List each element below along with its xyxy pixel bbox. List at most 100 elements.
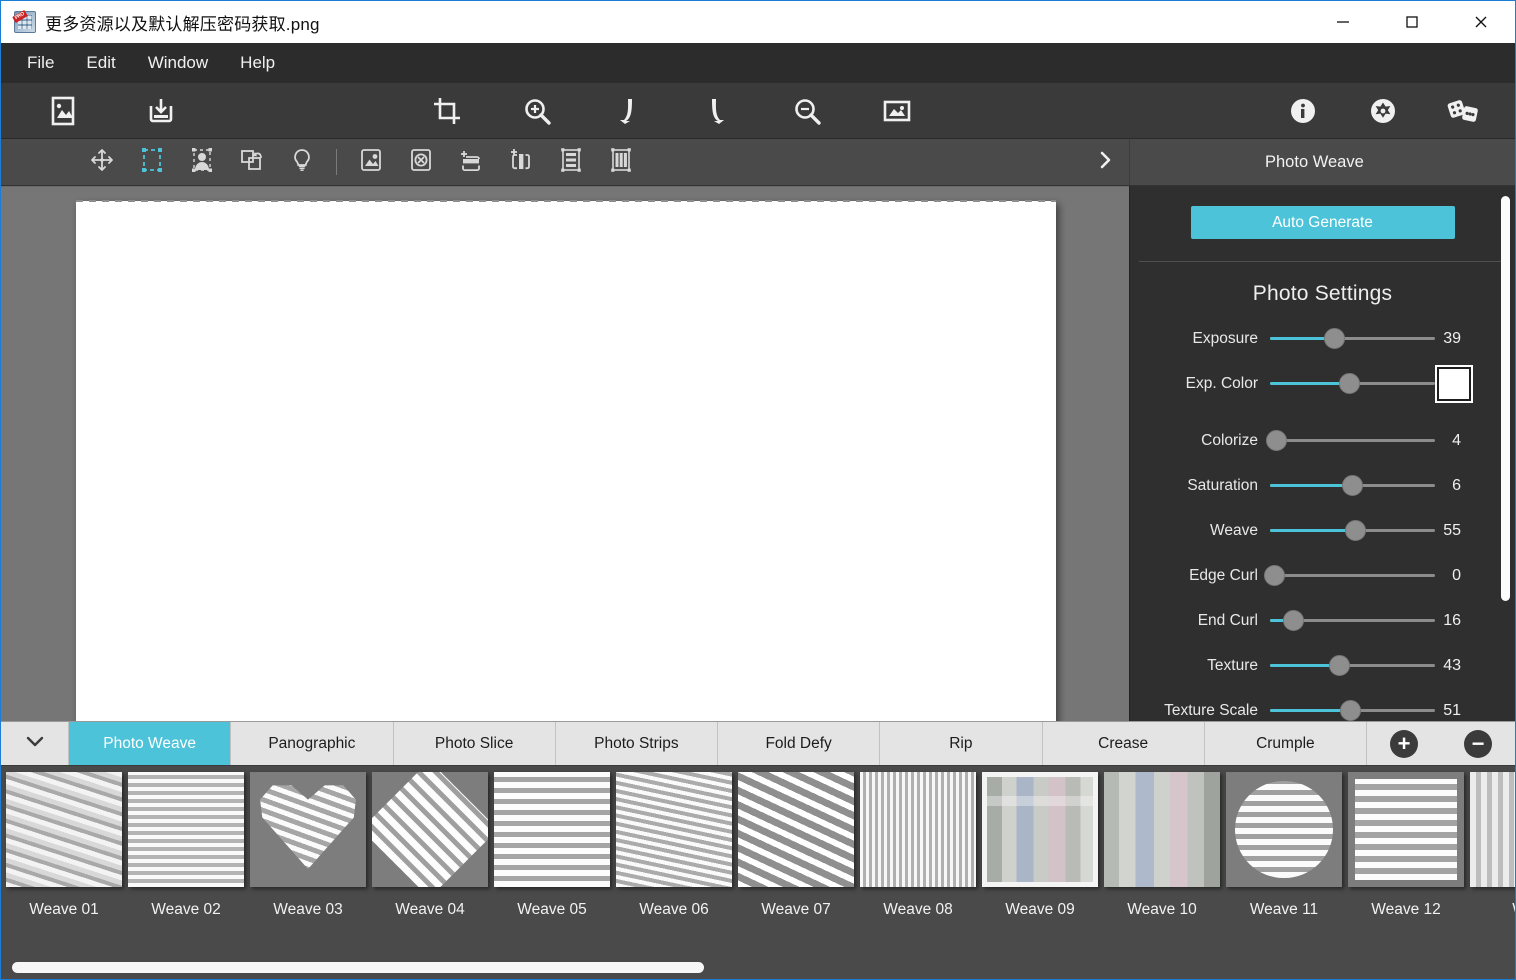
slider-texture[interactable] xyxy=(1270,655,1435,676)
slider-knob[interactable] xyxy=(1345,520,1367,541)
tab-photo-strips[interactable]: Photo Strips xyxy=(555,722,718,765)
preset-thumbnail[interactable] xyxy=(250,772,366,887)
preset-thumbnail[interactable] xyxy=(6,772,122,887)
preset-item[interactable]: Weave 10 xyxy=(1104,772,1220,919)
randomize-button[interactable] xyxy=(1435,86,1491,136)
remove-preset-button[interactable]: − xyxy=(1464,729,1492,758)
preset-thumbnail[interactable] xyxy=(1470,772,1515,887)
transform-tool-button[interactable] xyxy=(227,139,277,186)
slider-row-colorize: Colorize 4 xyxy=(1130,418,1515,463)
preset-item[interactable]: Weave 04 xyxy=(372,772,488,919)
marquee-select-tool-button[interactable] xyxy=(127,139,177,186)
preset-item[interactable]: Weave 03 xyxy=(250,772,366,919)
slider-weave[interactable] xyxy=(1270,520,1435,541)
slider-knob[interactable] xyxy=(1264,565,1286,586)
preset-thumbnail[interactable] xyxy=(494,772,610,887)
preset-item[interactable]: Weave 08 xyxy=(860,772,976,919)
preset-thumbnail[interactable] xyxy=(860,772,976,887)
columns-layout-button[interactable] xyxy=(596,139,646,186)
menu-edit[interactable]: Edit xyxy=(70,47,131,79)
tab-photo-weave[interactable]: Photo Weave xyxy=(69,722,232,765)
open-image-button[interactable] xyxy=(35,86,91,136)
preset-thumbnail[interactable] xyxy=(372,772,488,887)
exp-color-swatch[interactable] xyxy=(1435,364,1473,403)
lightbulb-tool-button[interactable] xyxy=(277,139,327,186)
preset-item[interactable]: Wea xyxy=(1470,772,1515,919)
scrollbar-thumb[interactable] xyxy=(12,961,704,973)
weave-texture xyxy=(6,772,122,887)
canvas-document[interactable] xyxy=(76,200,1056,721)
tab-fold-defy[interactable]: Fold Defy xyxy=(718,722,881,765)
preset-item[interactable]: Weave 05 xyxy=(494,772,610,919)
slider-knob[interactable] xyxy=(1266,430,1288,451)
undo-button[interactable] xyxy=(599,86,655,136)
expand-toolbar-button[interactable] xyxy=(1081,139,1129,186)
slider-edge-curl[interactable] xyxy=(1264,565,1435,586)
auto-generate-button[interactable]: Auto Generate xyxy=(1190,206,1455,239)
minimize-button[interactable] xyxy=(1308,1,1377,43)
slider-knob[interactable] xyxy=(1328,655,1350,676)
settings-button[interactable] xyxy=(1355,86,1411,136)
tab-crease[interactable]: Crease xyxy=(1042,722,1205,765)
preset-thumbnail[interactable] xyxy=(738,772,854,887)
preset-item[interactable]: Weave 11 xyxy=(1226,772,1342,919)
add-column-button[interactable] xyxy=(496,139,546,186)
slider-texture-scale[interactable] xyxy=(1270,700,1435,721)
menu-file[interactable]: File xyxy=(11,47,70,79)
slider-saturation[interactable] xyxy=(1270,475,1435,496)
close-button[interactable] xyxy=(1446,1,1515,43)
slider-knob[interactable] xyxy=(1338,373,1360,394)
exp-color-swatch-wrap xyxy=(1435,364,1487,403)
preset-item[interactable]: Weave 12 xyxy=(1348,772,1464,919)
slider-knob[interactable] xyxy=(1340,700,1362,721)
slider-knob[interactable] xyxy=(1282,610,1304,631)
save-image-button[interactable] xyxy=(133,86,189,136)
add-row-icon xyxy=(458,147,484,178)
preset-thumbnail[interactable] xyxy=(616,772,732,887)
panel-divider xyxy=(1139,261,1506,262)
slider-knob[interactable] xyxy=(1323,328,1345,349)
preset-item[interactable]: Weave 02 xyxy=(128,772,244,919)
preset-item-selected[interactable]: Weave 09 xyxy=(982,772,1098,919)
slider-exp-color[interactable] xyxy=(1270,373,1435,394)
add-row-button[interactable] xyxy=(446,139,496,186)
preset-item[interactable]: Weave 01 xyxy=(6,772,122,919)
zoom-in-button[interactable] xyxy=(509,86,565,136)
preset-thumbnail[interactable] xyxy=(1348,772,1464,887)
preset-thumbnail[interactable] xyxy=(128,772,244,887)
redo-button[interactable] xyxy=(689,86,745,136)
maximize-button[interactable] xyxy=(1377,1,1446,43)
add-preset-button[interactable]: + xyxy=(1390,729,1418,758)
panel-scrollbar[interactable] xyxy=(1501,196,1510,721)
fit-image-button[interactable] xyxy=(869,86,925,136)
menu-window[interactable]: Window xyxy=(132,47,224,79)
move-tool-button[interactable] xyxy=(77,139,127,186)
slider-end-curl[interactable] xyxy=(1270,610,1435,631)
preset-thumbnail-strip[interactable]: Weave 01 Weave 02 Weave 03 Weave 04 Weav… xyxy=(1,765,1515,955)
collapse-panel-button[interactable] xyxy=(1,722,69,765)
slider-colorize[interactable] xyxy=(1266,430,1435,451)
preset-thumbnail[interactable] xyxy=(1226,772,1342,887)
canvas-area[interactable] xyxy=(1,186,1129,721)
zoom-out-button[interactable] xyxy=(779,86,835,136)
preset-thumbnail[interactable] xyxy=(982,772,1098,887)
panel-scrollbar-thumb[interactable] xyxy=(1501,196,1510,601)
preset-thumbnail[interactable] xyxy=(1104,772,1220,887)
tab-photo-slice[interactable]: Photo Slice xyxy=(393,722,556,765)
info-button[interactable] xyxy=(1275,86,1331,136)
scrollbar-track[interactable] xyxy=(9,961,1507,973)
slider-exposure[interactable] xyxy=(1270,328,1435,349)
slider-knob[interactable] xyxy=(1342,475,1363,496)
preset-item[interactable]: Weave 07 xyxy=(738,772,854,919)
rows-layout-button[interactable] xyxy=(546,139,596,186)
remove-image-button[interactable] xyxy=(396,139,446,186)
tab-rip[interactable]: Rip xyxy=(880,722,1043,765)
preset-strip-scrollbar[interactable] xyxy=(1,955,1515,979)
crop-button[interactable] xyxy=(419,86,475,136)
preset-item[interactable]: Weave 06 xyxy=(616,772,732,919)
subject-select-tool-button[interactable] xyxy=(177,139,227,186)
add-image-button[interactable] xyxy=(346,139,396,186)
tab-crumple[interactable]: Crumple xyxy=(1204,722,1367,765)
menu-help[interactable]: Help xyxy=(224,47,291,79)
tab-panographic[interactable]: Panographic xyxy=(231,722,394,765)
